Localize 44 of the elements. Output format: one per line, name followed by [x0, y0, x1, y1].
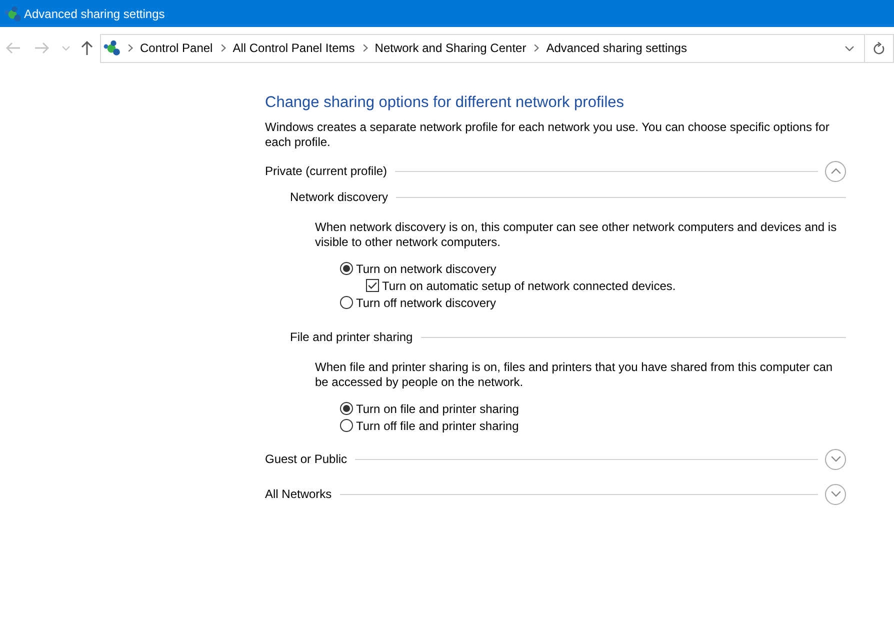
- section-title: File and printer sharing: [290, 329, 413, 346]
- breadcrumb-link[interactable]: Control Panel: [139, 39, 214, 57]
- checkbox-label[interactable]: Turn on automatic setup of network connected devices.: [382, 276, 676, 294]
- radio-label[interactable]: Turn on file and printer sharing: [356, 400, 519, 418]
- chevron-right-icon: [128, 44, 133, 52]
- breadcrumb-link[interactable]: Advanced sharing settings: [545, 39, 688, 57]
- chevron-down-icon: [62, 46, 70, 50]
- radio-button[interactable]: [340, 296, 353, 309]
- breadcrumb-link[interactable]: Network and Sharing Center: [374, 39, 528, 57]
- breadcrumb-link[interactable]: All Control Panel Items: [232, 39, 356, 57]
- profile-title: Guest or Public: [265, 451, 348, 468]
- expand-button[interactable]: [825, 484, 846, 504]
- chevron-right-icon: [220, 44, 226, 52]
- address-bar[interactable]: Control Panel All Control Panel Items Network and Sharing Center Advanced sharing settings: [100, 34, 894, 62]
- window-title: Advanced sharing settings: [24, 6, 165, 22]
- radio-button[interactable]: [340, 419, 353, 432]
- radio-button[interactable]: [340, 262, 353, 275]
- chevron-right-icon: [534, 44, 540, 52]
- forward-arrow-icon: [34, 41, 50, 55]
- section-description: When file and printer sharing is on, files and printers that you have shared from this computer can be accessed by people on the network.: [315, 360, 834, 390]
- up-arrow-icon: [80, 40, 94, 56]
- chevron-down-icon: [844, 46, 854, 50]
- page-description: Windows creates a separate network profile for each network you use. You can choose specific options for each profile.: [265, 120, 830, 150]
- radio-label[interactable]: Turn on network discovery: [356, 260, 496, 278]
- chevron-down-icon: [830, 456, 840, 462]
- radio-label[interactable]: Turn off file and printer sharing: [356, 416, 519, 434]
- expand-button[interactable]: [825, 448, 846, 470]
- radio-label[interactable]: Turn off network discovery: [356, 294, 496, 312]
- chevron-down-icon: [830, 491, 840, 497]
- radio-button[interactable]: [340, 402, 353, 415]
- profile-title: Private (current profile): [265, 163, 388, 180]
- checkmark-icon: [368, 282, 377, 289]
- profile-title: All Networks: [265, 486, 332, 503]
- back-arrow-icon: [5, 41, 21, 55]
- refresh-icon: [873, 42, 885, 54]
- page-heading: Change sharing options for different network profiles: [265, 93, 624, 113]
- network-icon: [4, 6, 22, 22]
- chevron-up-icon: [830, 168, 840, 174]
- section-description: When network discovery is on, this computer can see other network computers and devices and is visible to other network computers.: [315, 220, 838, 250]
- collapse-button[interactable]: [825, 160, 846, 182]
- chevron-right-icon: [362, 44, 368, 52]
- network-icon: [103, 40, 121, 56]
- checkbox[interactable]: [366, 279, 379, 292]
- section-title: Network discovery: [290, 189, 388, 206]
